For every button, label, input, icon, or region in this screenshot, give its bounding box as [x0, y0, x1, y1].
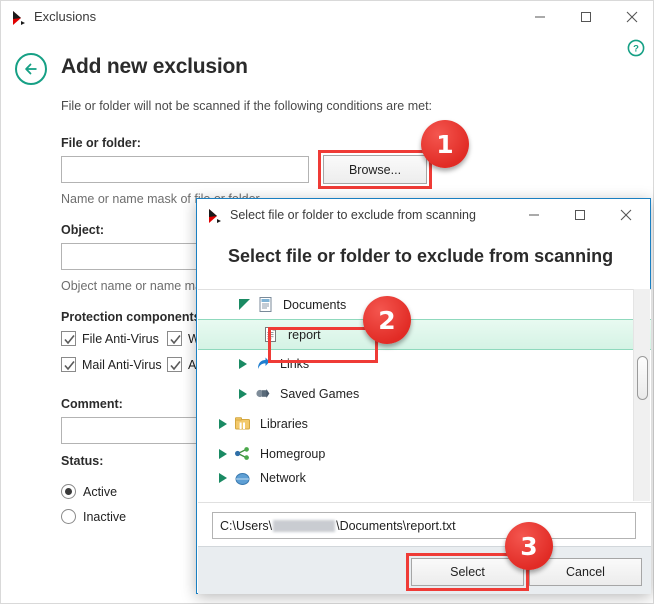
tree-item-label: Homegroup — [260, 446, 326, 461]
tree-item-label: Network — [260, 471, 306, 485]
saved-games-folder-icon — [254, 385, 271, 402]
folder-tree: Documents report Links Saved Games Libra… — [198, 289, 651, 502]
tree-item-label: Documents — [283, 297, 347, 312]
tree-item-report[interactable]: report — [198, 319, 651, 350]
main-titlebar: Exclusions — [1, 1, 653, 35]
network-icon — [234, 470, 251, 487]
dialog-maximize-button[interactable] — [557, 199, 603, 231]
tree-item-saved-games[interactable]: Saved Games — [198, 379, 651, 408]
tree-scrollbar[interactable] — [633, 289, 650, 501]
dialog-minimize-button[interactable] — [511, 199, 557, 231]
tree-item-homegroup[interactable]: Homegroup — [198, 439, 651, 468]
minimize-button[interactable] — [517, 1, 563, 33]
radio-label: Inactive — [83, 509, 127, 524]
collapsed-triangle-icon[interactable] — [239, 358, 247, 369]
select-file-dialog: Select file or folder to exclude from sc… — [196, 198, 651, 594]
kaspersky-logo-icon — [206, 207, 224, 225]
path-prefix: C:\Users\ — [220, 518, 273, 533]
checkbox-web-anti-virus[interactable]: W — [167, 331, 200, 346]
checkmark-icon — [61, 331, 76, 346]
path-suffix: \Documents\report.txt — [336, 518, 456, 533]
callout-badge-3: 3 — [505, 522, 553, 570]
tree-item-label: Libraries — [260, 416, 308, 431]
redacted-username — [273, 519, 336, 532]
main-window-title: Exclusions — [34, 9, 97, 24]
tree-item-label: Saved Games — [280, 386, 360, 401]
object-label: Object: — [61, 223, 105, 237]
checkbox-label: Mail Anti-Virus — [82, 357, 162, 372]
radio-active[interactable]: Active — [61, 484, 117, 499]
radio-dot-icon — [61, 484, 76, 499]
collapsed-triangle-icon[interactable] — [219, 473, 227, 483]
expanded-triangle-icon[interactable] — [239, 299, 250, 310]
path-row: C:\Users\ \Documents\report.txt — [198, 502, 651, 547]
dialog-heading: Select file or folder to exclude from sc… — [228, 246, 614, 266]
dialog-footer: Select Cancel — [198, 546, 651, 594]
checkbox-application-monitor[interactable]: A — [167, 357, 196, 372]
status-label: Status: — [61, 454, 104, 468]
path-input[interactable]: C:\Users\ \Documents\report.txt — [212, 512, 636, 539]
page-title: Add new exclusion — [61, 55, 248, 78]
checkbox-label: File Anti-Virus — [82, 331, 159, 346]
radio-inactive[interactable]: Inactive — [61, 509, 126, 524]
page-subtitle: File or folder will not be scanned if th… — [61, 99, 433, 113]
help-question-icon[interactable]: ? — [627, 39, 645, 57]
checkmark-icon — [167, 357, 182, 372]
dialog-titlebar: Select file or folder to exclude from sc… — [197, 199, 650, 232]
collapsed-triangle-icon[interactable] — [219, 418, 227, 429]
browse-button-highlight — [318, 150, 432, 189]
collapsed-triangle-icon[interactable] — [219, 448, 227, 459]
protection-components-label: Protection components: — [61, 310, 205, 324]
libraries-folder-icon — [234, 415, 251, 432]
radio-dot-icon — [61, 509, 76, 524]
svg-text:?: ? — [633, 44, 639, 55]
tree-item-network[interactable]: Network — [198, 469, 651, 487]
callout-badge-1: 1 — [421, 120, 469, 168]
documents-folder-icon — [257, 296, 274, 313]
file-or-folder-label: File or folder: — [61, 136, 141, 150]
dialog-close-button[interactable] — [603, 199, 649, 231]
tree-item-links[interactable]: Links — [198, 349, 651, 378]
object-hint: Object name or name mask — [61, 279, 215, 293]
close-button[interactable] — [609, 1, 654, 33]
comment-label: Comment: — [61, 397, 123, 411]
radio-label: Active — [83, 484, 118, 499]
kaspersky-logo-icon — [10, 9, 28, 27]
checkbox-file-anti-virus[interactable]: File Anti-Virus — [61, 331, 159, 346]
homegroup-icon — [234, 445, 251, 462]
tree-item-documents[interactable]: Documents — [198, 290, 651, 319]
checkmark-icon — [61, 357, 76, 372]
tree-item-libraries[interactable]: Libraries — [198, 409, 651, 438]
checkmark-icon — [167, 331, 182, 346]
scrollbar-thumb[interactable] — [637, 356, 648, 400]
collapsed-triangle-icon[interactable] — [239, 388, 247, 399]
report-item-highlight — [268, 327, 378, 363]
dialog-title: Select file or folder to exclude from sc… — [230, 208, 476, 222]
maximize-button[interactable] — [563, 1, 609, 33]
file-or-folder-input[interactable] — [61, 156, 309, 183]
callout-badge-2: 2 — [363, 296, 411, 344]
back-button[interactable] — [15, 53, 47, 85]
checkbox-mail-anti-virus[interactable]: Mail Anti-Virus — [61, 357, 162, 372]
